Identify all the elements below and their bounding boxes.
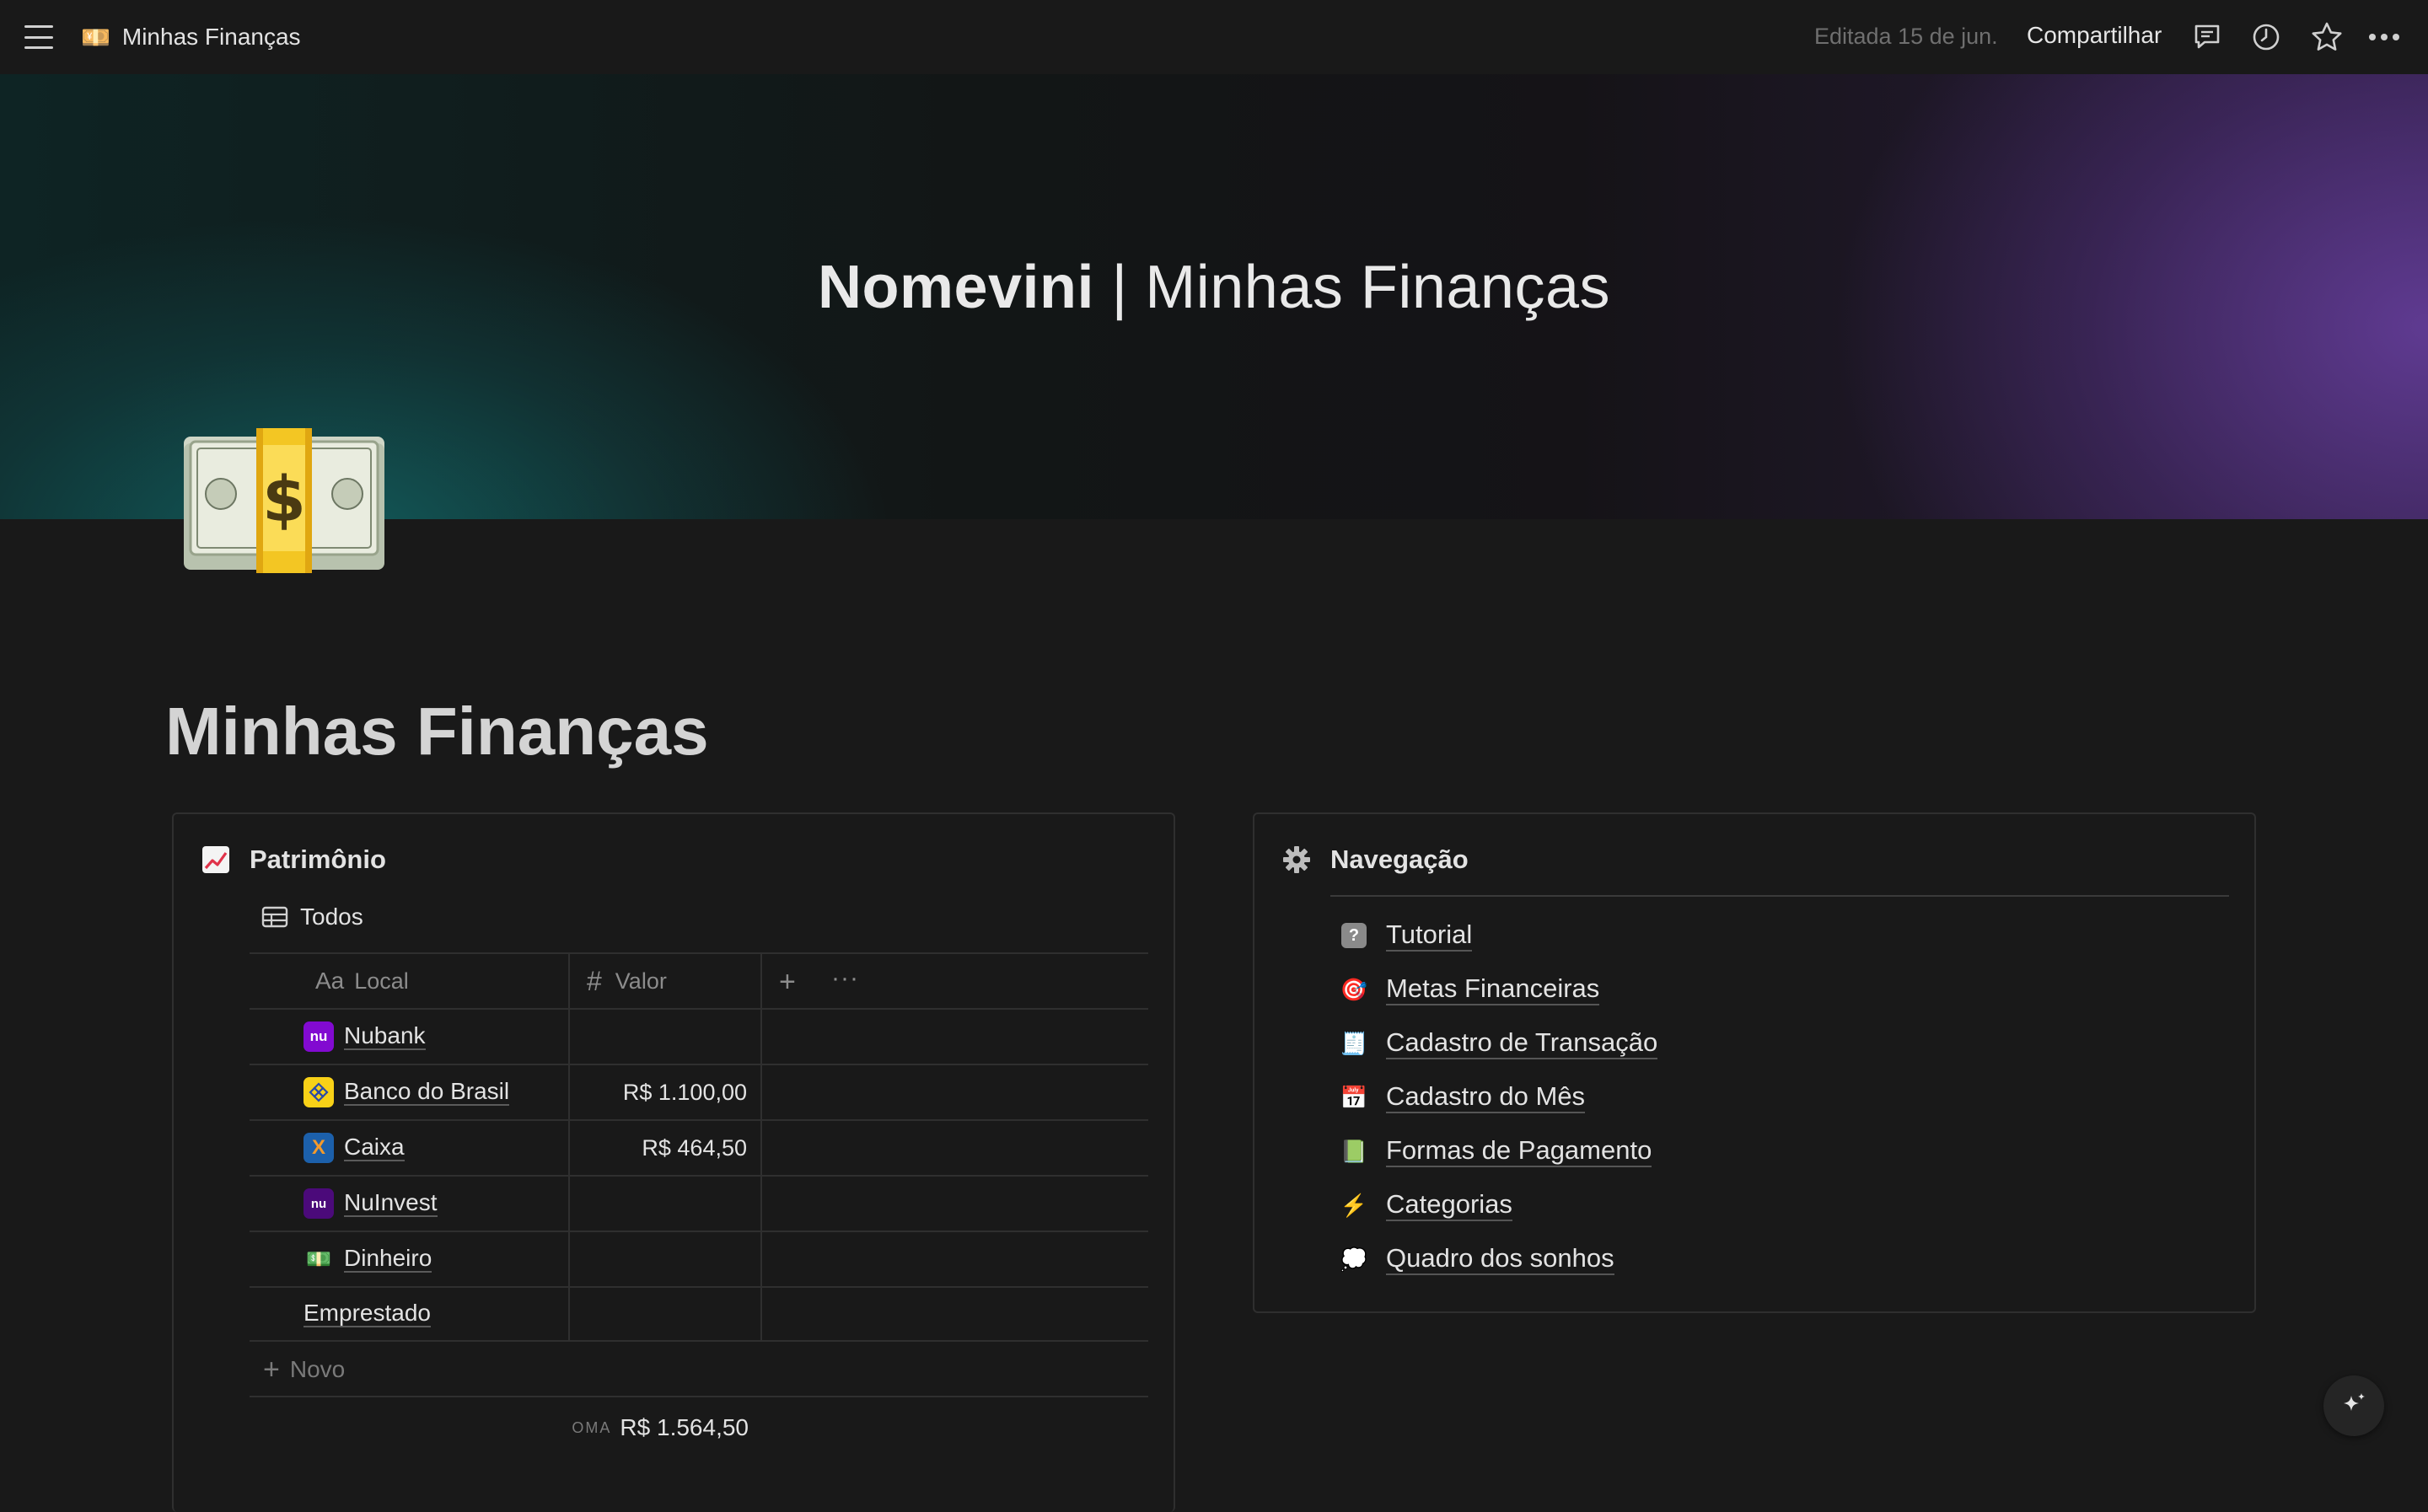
nav-link-formas-pagamento[interactable]: 📗 Formas de Pagamento (1339, 1124, 1657, 1178)
patrimonio-title[interactable]: Patrimônio (250, 844, 386, 875)
view-tab-todos[interactable]: Todos (261, 903, 363, 930)
share-button[interactable]: Compartilhar (2027, 22, 2162, 49)
navegacao-title[interactable]: Navegação (1330, 844, 1469, 875)
nuinvest-logo-icon: nu (304, 1188, 334, 1219)
cover-title: Nomevini | Minhas Finanças (0, 253, 2428, 322)
ai-sparkle-button[interactable] (2323, 1375, 2384, 1436)
nav-link-quadro-sonhos[interactable]: 💭 Quadro dos sonhos (1339, 1232, 1657, 1286)
caixa-logo-icon: X (304, 1133, 334, 1163)
row-value[interactable] (570, 1177, 762, 1231)
row-name[interactable]: Banco do Brasil (344, 1079, 510, 1106)
new-row-area: + Novo (250, 1342, 1148, 1397)
row-name[interactable]: NuInvest (344, 1190, 438, 1217)
row-name[interactable]: Caixa (344, 1134, 405, 1161)
cash-icon: 💵 (306, 1247, 331, 1271)
table-row[interactable]: Emprestado (250, 1286, 1148, 1342)
row-value[interactable]: R$ 1.100,00 (570, 1065, 762, 1119)
nav-link-label: Quadro dos sonhos (1386, 1243, 1614, 1275)
top-bar: 💴 Minhas Finanças Editada 15 de jun. Com… (0, 0, 2428, 74)
patrimonio-card: Patrimônio Todos Aa Local # Valor + ··· … (172, 812, 1175, 1512)
add-column-button[interactable]: + (779, 968, 796, 996)
page-emoji-icon: 💴 (81, 24, 110, 51)
breadcrumb[interactable]: 💴 Minhas Finanças (81, 19, 301, 56)
text-type-icon: Aa (315, 968, 345, 994)
table-icon (261, 906, 288, 928)
table-row[interactable]: nu Nubank (250, 1008, 1148, 1064)
navigation-list: ? Tutorial 🎯 Metas Financeiras 🧾 Cadastr… (1339, 909, 1658, 1286)
navegacao-header: Navegação (1281, 844, 1469, 875)
nav-link-label: Metas Financeiras (1386, 973, 1600, 1005)
target-icon: 🎯 (1340, 976, 1368, 1002)
column-local-label: Local (354, 968, 409, 994)
gear-icon (1281, 844, 1312, 875)
row-value[interactable] (570, 1232, 762, 1286)
cover-title-bold: Nomevini (817, 254, 1095, 321)
star-icon[interactable] (2308, 19, 2345, 56)
row-name[interactable]: Emprestado (304, 1300, 431, 1327)
new-row-label: Novo (289, 1356, 346, 1382)
new-row-button[interactable]: + Novo (263, 1342, 345, 1397)
clock-icon[interactable] (2248, 19, 2285, 56)
money-bag-icon[interactable]: $ (179, 420, 389, 580)
sum-value: R$ 1.564,50 (620, 1414, 749, 1440)
patrimonio-table: Aa Local # Valor + ··· nu Nubank Banco d (250, 952, 1148, 1397)
nav-link-cadastro-mes[interactable]: 📅 Cadastro do Mês (1339, 1070, 1657, 1124)
cover-title-rest: Minhas Finanças (1145, 254, 1611, 321)
sum-label: OMA (572, 1418, 612, 1436)
row-name[interactable]: Dinheiro (344, 1246, 432, 1273)
nav-link-label: Cadastro do Mês (1386, 1081, 1586, 1113)
receipt-icon: 🧾 (1340, 1030, 1368, 1056)
calendar-icon: 📅 (1340, 1084, 1368, 1110)
cover-title-separator: | (1094, 254, 1146, 321)
sparkle-icon (2344, 1393, 2365, 1411)
more-icon[interactable] (2366, 19, 2403, 56)
nav-link-categorias[interactable]: ⚡ Categorias (1339, 1178, 1657, 1232)
row-name[interactable]: Nubank (344, 1023, 426, 1050)
green-book-icon: 📗 (1340, 1138, 1368, 1164)
navegacao-card: Navegação ? Tutorial 🎯 Metas Financeiras… (1253, 812, 2256, 1313)
nav-link-metas-financeiras[interactable]: 🎯 Metas Financeiras (1339, 962, 1657, 1016)
column-valor-label: Valor (615, 968, 667, 994)
number-type-icon: # (587, 965, 602, 996)
breadcrumb-title: Minhas Finanças (121, 24, 301, 50)
table-row[interactable]: 💵 Dinheiro (250, 1231, 1148, 1286)
table-header-row: Aa Local # Valor + ··· (250, 952, 1148, 1008)
comment-icon[interactable] (2189, 19, 2226, 56)
table-row[interactable]: X Caixa R$ 464,50 (250, 1119, 1148, 1175)
lightning-icon: ⚡ (1340, 1192, 1368, 1218)
nav-link-tutorial[interactable]: ? Tutorial (1339, 909, 1657, 962)
banco-do-brasil-logo-icon (304, 1077, 334, 1107)
row-value[interactable] (570, 1010, 762, 1064)
column-header-local[interactable]: Aa Local (250, 954, 570, 1008)
nav-link-label: Cadastro de Transação (1386, 1027, 1658, 1059)
svg-text:$: $ (262, 464, 306, 536)
view-tab-label: Todos (300, 903, 363, 930)
nav-link-label: Categorias (1386, 1189, 1512, 1221)
edited-timestamp: Editada 15 de jun. (1814, 24, 1998, 49)
row-value[interactable]: R$ 464,50 (570, 1121, 762, 1175)
sum-calculation[interactable]: OMA R$ 1.564,50 (570, 1401, 762, 1455)
row-value[interactable] (570, 1288, 762, 1340)
nubank-logo-icon: nu (304, 1021, 334, 1052)
plus-icon: + (263, 1354, 280, 1386)
column-header-valor[interactable]: # Valor (570, 954, 762, 1008)
table-row[interactable]: Banco do Brasil R$ 1.100,00 (250, 1064, 1148, 1119)
divider (1330, 895, 2229, 897)
thought-bubble-icon: 💭 (1340, 1246, 1368, 1272)
column-more-icon[interactable]: ··· (831, 964, 859, 993)
nav-link-cadastro-transacao[interactable]: 🧾 Cadastro de Transação (1339, 1016, 1658, 1070)
table-row[interactable]: nu NuInvest (250, 1175, 1148, 1231)
page-title[interactable]: Minhas Finanças (165, 693, 709, 770)
patrimonio-header: Patrimônio (201, 844, 386, 875)
nav-link-label: Formas de Pagamento (1386, 1135, 1652, 1167)
nav-link-label: Tutorial (1386, 920, 1473, 952)
question-icon: ? (1339, 920, 1369, 951)
menu-icon[interactable] (22, 22, 56, 52)
chart-increasing-icon (201, 844, 231, 875)
